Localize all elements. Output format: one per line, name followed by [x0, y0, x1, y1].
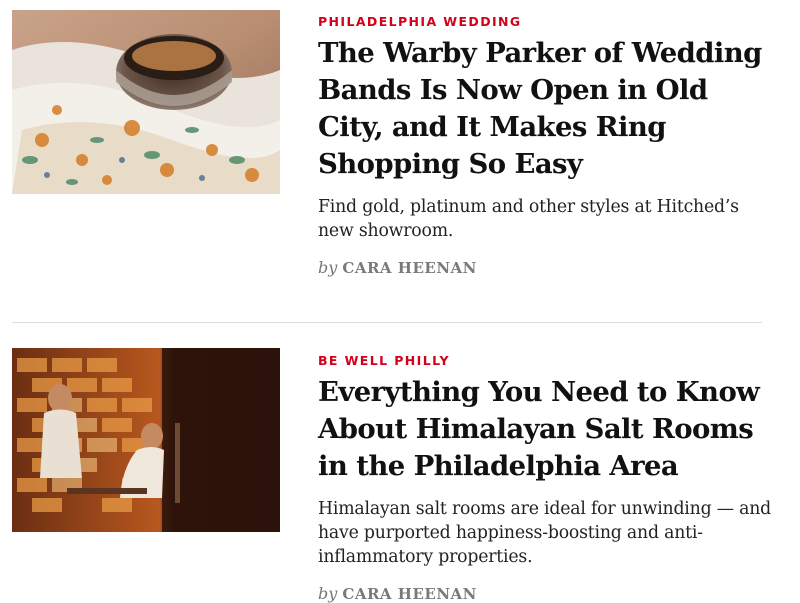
article-summary: Himalayan salt rooms are ideal for unwin…: [318, 499, 771, 567]
article-summary: Find gold, platinum and other styles at …: [318, 197, 739, 241]
article-card: PHILADELPHIA WEDDING The Warby Parker of…: [0, 0, 800, 300]
article-thumbnail-salt-room[interactable]: [12, 348, 280, 532]
article-text: BE WELL PHILLY Everything You Need to Kn…: [318, 352, 778, 603]
author-link[interactable]: CARA HEENAN: [342, 259, 477, 277]
author-link[interactable]: CARA HEENAN: [342, 585, 477, 603]
article-headline[interactable]: The Warby Parker of Wedding Bands Is Now…: [318, 35, 778, 183]
article-headline[interactable]: Everything You Need to Know About Himala…: [318, 374, 778, 485]
article-thumbnail-wedding-ring[interactable]: [12, 10, 280, 194]
byline: by CARA HEENAN: [318, 584, 778, 603]
article-text: PHILADELPHIA WEDDING The Warby Parker of…: [318, 13, 778, 277]
article-divider: [12, 322, 762, 323]
byline-prefix: by: [318, 258, 338, 277]
category-label[interactable]: BE WELL PHILLY: [318, 352, 778, 370]
byline: by CARA HEENAN: [318, 258, 778, 277]
byline-prefix: by: [318, 584, 338, 603]
article-card: BE WELL PHILLY Everything You Need to Kn…: [0, 340, 800, 603]
category-label[interactable]: PHILADELPHIA WEDDING: [318, 13, 778, 31]
wedding-ring-photo: [12, 10, 280, 194]
salt-room-photo: [12, 348, 280, 532]
